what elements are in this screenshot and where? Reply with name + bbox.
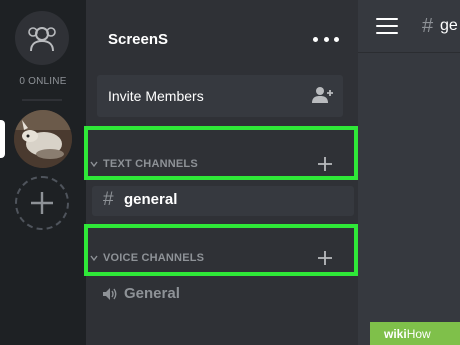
server-name[interactable]: ScreenS xyxy=(108,31,168,48)
selected-server-indicator xyxy=(0,120,5,158)
header-channel-name: ge xyxy=(440,17,458,34)
channel-name: general xyxy=(124,191,178,208)
online-count: 0 ONLINE xyxy=(19,76,67,87)
more-options-icon[interactable] xyxy=(313,29,339,49)
server-avatar[interactable] xyxy=(14,110,72,168)
add-user-icon xyxy=(312,87,333,103)
add-server-button[interactable] xyxy=(15,176,69,230)
speaker-icon xyxy=(103,288,117,300)
channel-hash-icon: # xyxy=(422,15,434,37)
watermark-part1: wiki xyxy=(384,326,407,341)
highlight-text-channels xyxy=(84,126,358,180)
highlight-voice-channels xyxy=(84,224,358,276)
watermark-logo: wiki How xyxy=(370,322,460,345)
friends-icon xyxy=(28,27,56,52)
friends-button[interactable] xyxy=(15,11,69,65)
watermark-part2: How xyxy=(406,326,431,341)
invite-members-label: Invite Members xyxy=(108,88,204,104)
hamburger-icon[interactable] xyxy=(376,18,398,34)
plus-icon xyxy=(31,192,53,214)
hash-icon: # xyxy=(103,189,114,210)
rail-divider xyxy=(22,99,62,101)
server-photo-icon xyxy=(14,110,72,168)
voice-channel-name: General xyxy=(124,285,180,302)
